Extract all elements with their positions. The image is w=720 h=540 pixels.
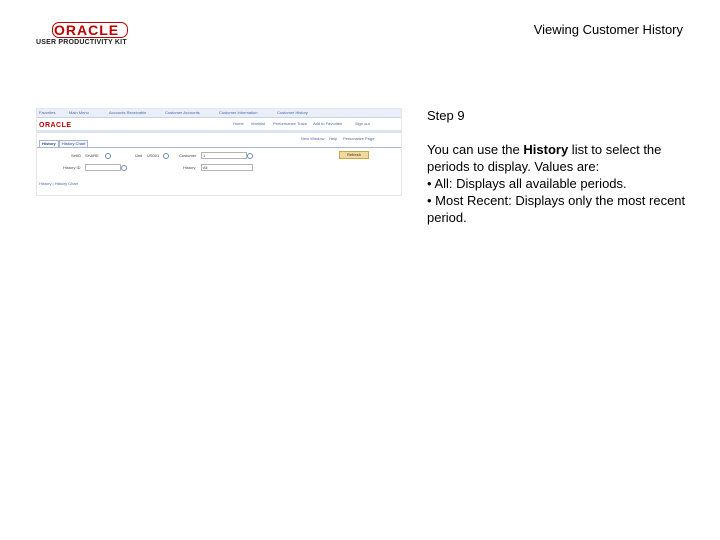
history-id-field <box>85 164 121 171</box>
history-keyword: History <box>523 142 569 157</box>
unit-value: US001 <box>147 153 160 158</box>
step-number: Step 9 <box>427 108 465 123</box>
top-link: Worklist <box>251 121 266 126</box>
customer-value: 1 <box>203 153 206 158</box>
setid-lookup-icon <box>105 153 111 159</box>
history-select-label: History <box>183 165 196 170</box>
upk-tagline: USER PRODUCTIVITY KIT <box>36 39 127 46</box>
nav-item: Main Menu <box>69 110 89 115</box>
nav-item: Customer History <box>277 110 308 115</box>
unit-lookup-icon <box>163 153 169 159</box>
page-link: Personalize Page <box>343 136 375 141</box>
top-link: Add to Favorites <box>313 121 343 126</box>
oracle-logo-text: ORACLE <box>54 22 120 38</box>
screenshot-nav-bar: Favorites Main Menu Accounts Receivable … <box>37 109 401 118</box>
nav-item: Favorites <box>39 110 56 115</box>
bullet-most-recent: • Most Recent: Displays only the most re… <box>427 193 686 225</box>
nav-item: Customer Accounts <box>165 110 200 115</box>
nav-item: Accounts Receivable <box>109 110 147 115</box>
top-link: Home <box>233 121 244 126</box>
bullet-all: • All: Displays all available periods. <box>427 176 627 191</box>
instruction-intro: You can use the History list to select t… <box>427 141 695 175</box>
customer-label: Customer <box>179 153 197 158</box>
bottom-links: History | History Chart <box>39 181 79 186</box>
history-select: All <box>201 164 253 171</box>
top-link: Sign out <box>355 121 370 126</box>
tab-underline <box>37 147 401 148</box>
oracle-upk-logo: ORACLE USER PRODUCTIVITY KIT <box>36 22 128 48</box>
nav-item: Customer Information <box>219 110 258 115</box>
screenshot-band <box>37 130 401 133</box>
top-link: Performance Trace <box>273 121 308 126</box>
page-link: Help <box>329 136 338 141</box>
customer-field: 1 <box>201 152 247 159</box>
page-link: New Window <box>301 136 325 141</box>
setid-value: SHARE <box>85 153 99 158</box>
history-id-label: History ID <box>63 165 81 170</box>
history-id-lookup-icon <box>121 165 127 171</box>
unit-label: Unit <box>135 153 143 158</box>
application-screenshot: Favorites Main Menu Accounts Receivable … <box>36 108 402 196</box>
intro-text-before: You can use the <box>427 142 524 157</box>
refresh-button: Refresh <box>339 151 369 159</box>
instruction-panel: Step 9 You can use the History list to s… <box>427 107 695 226</box>
history-select-value: All <box>203 165 208 170</box>
customer-lookup-icon <box>247 153 253 159</box>
setid-label: SetID <box>71 153 82 158</box>
page-title: Viewing Customer History <box>533 22 683 37</box>
screenshot-oracle-brand: ORACLE <box>39 122 72 129</box>
